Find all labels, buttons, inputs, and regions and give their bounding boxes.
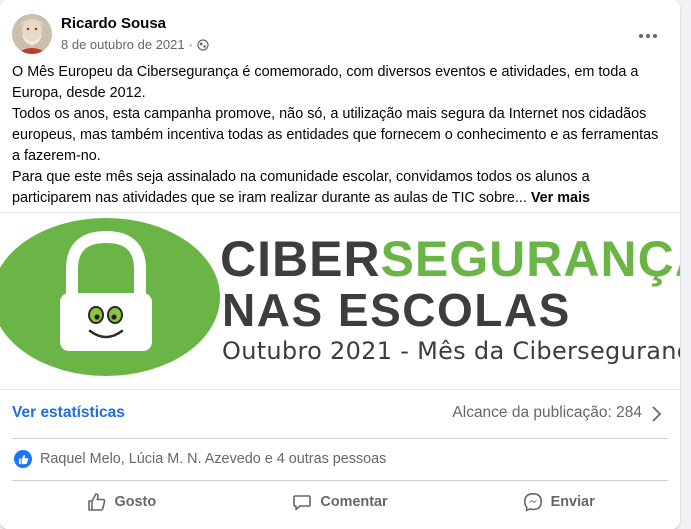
see-more-link[interactable]: Ver mais — [531, 190, 590, 206]
globe-icon[interactable] — [197, 38, 209, 51]
divider — [12, 438, 668, 439]
post-header: Ricardo Sousa 8 de outubro de 2021 · — [12, 12, 668, 56]
post-reach[interactable]: Alcance da publicação: 284 — [452, 404, 642, 422]
post-card: Ricardo Sousa 8 de outubro de 2021 · O M… — [0, 0, 680, 529]
post-paragraph: Todos os anos, esta campanha promove, nã… — [12, 106, 659, 164]
view-insights-link[interactable]: Ver estatísticas — [12, 404, 125, 422]
reactions-summary[interactable]: Raquel Melo, Lúcia M. N. Azevedo e 4 out… — [14, 450, 386, 468]
messenger-icon — [523, 492, 542, 512]
action-bar: Gosto Comentar Enviar — [12, 484, 668, 520]
banner-headline: CIBERSEGURANÇA — [220, 231, 680, 287]
comment-label: Comentar — [320, 494, 388, 510]
more-options-button[interactable] — [630, 18, 666, 54]
post-paragraph: O Mês Europeu da Cibersegurança é comemo… — [12, 64, 639, 101]
more-options-icon — [639, 34, 643, 38]
insights-row: Ver estatísticas Alcance da publicação: … — [12, 396, 668, 432]
send-button[interactable]: Enviar — [449, 484, 668, 520]
comment-icon — [293, 495, 312, 511]
post-paragraph: Para que este mês seja assinalado na com… — [12, 169, 591, 206]
send-label: Enviar — [550, 494, 595, 510]
post-image[interactable]: CIBERSEGURANÇA NAS ESCOLAS Outubro 2021 … — [0, 212, 680, 390]
reactions-text[interactable]: Raquel Melo, Lúcia M. N. Azevedo e 4 out… — [40, 451, 386, 467]
avatar[interactable] — [12, 14, 52, 54]
padlock-logo — [0, 218, 220, 376]
divider — [12, 480, 668, 481]
thumbs-up-icon — [87, 493, 105, 511]
author-name[interactable]: Ricardo Sousa — [61, 15, 166, 32]
banner-subheadline: NAS ESCOLAS — [222, 284, 571, 336]
chevron-right-icon[interactable] — [650, 405, 662, 423]
banner-tagline: Outubro 2021 - Mês da Cibersegurança — [222, 337, 680, 365]
post-text: O Mês Europeu da Cibersegurança é comemo… — [12, 62, 664, 209]
post-date[interactable]: 8 de outubro de 2021 — [61, 37, 185, 52]
post-meta: 8 de outubro de 2021 · — [61, 37, 209, 52]
like-icon — [14, 450, 32, 468]
like-button[interactable]: Gosto — [12, 484, 231, 520]
comment-button[interactable]: Comentar — [231, 484, 450, 520]
like-label: Gosto — [114, 494, 157, 510]
